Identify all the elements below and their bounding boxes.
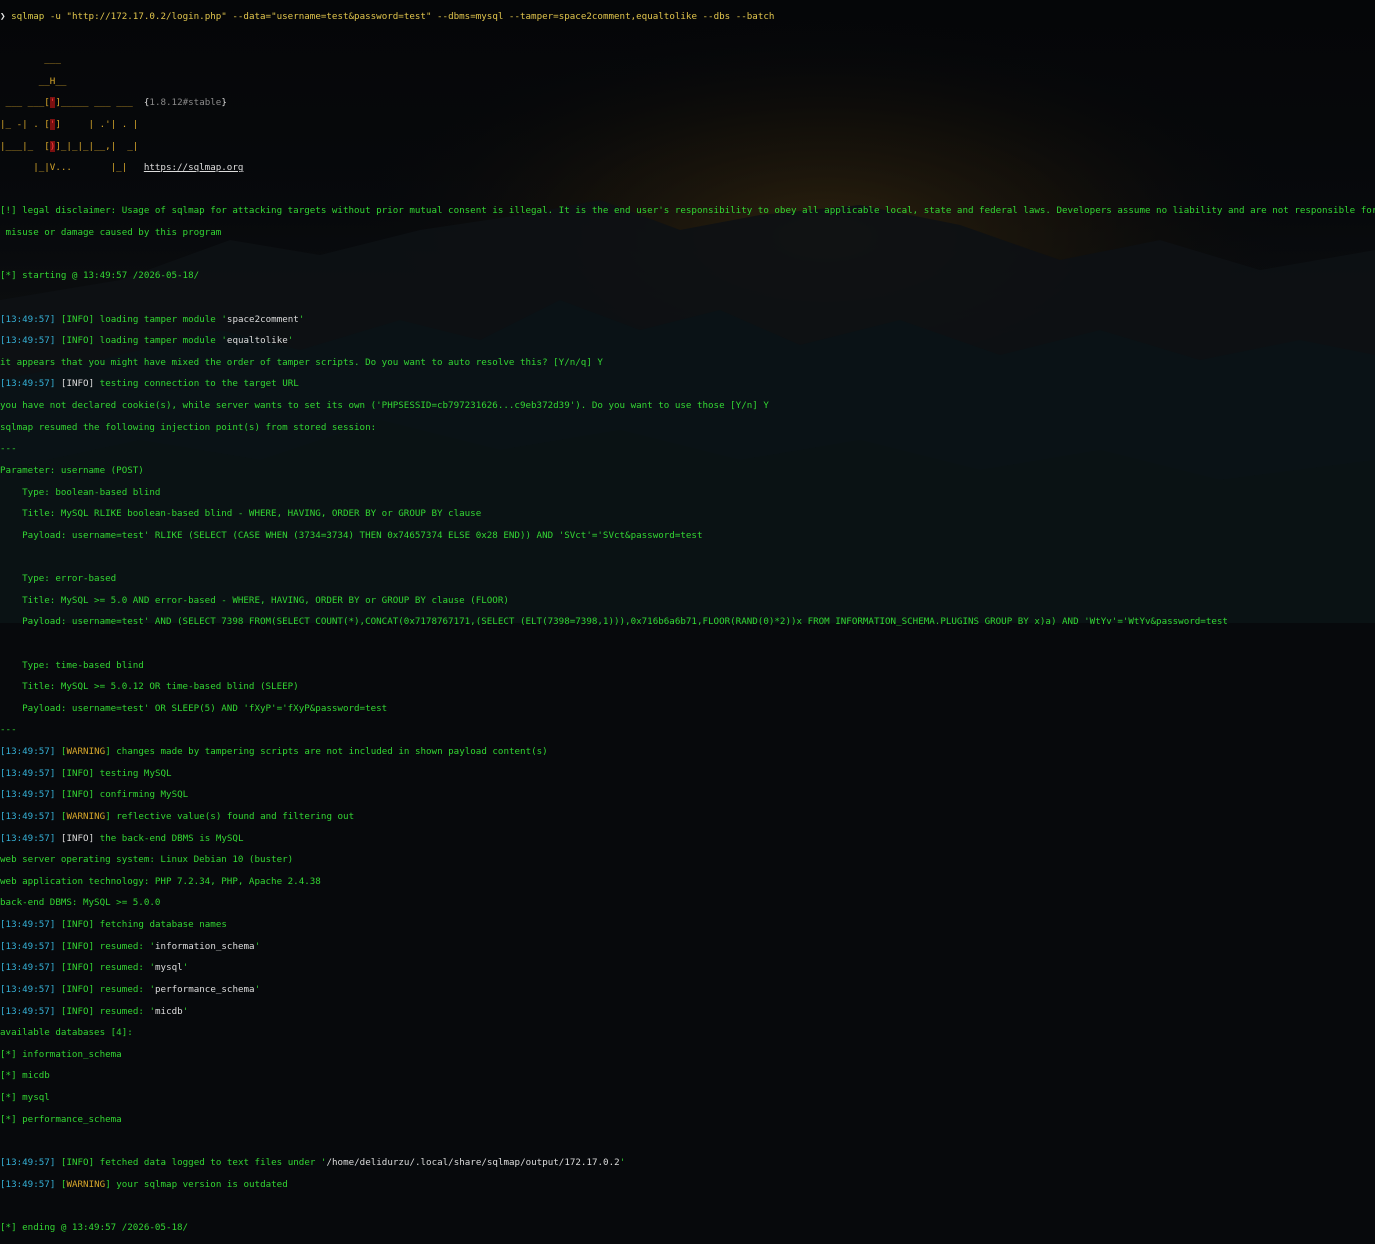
log-line: [13:49:57] [INFO] testing MySQL — [0, 767, 172, 779]
injection-title: Title: MySQL >= 5.0 AND error-based - WH… — [0, 594, 509, 606]
ending-line: [*] ending @ 13:49:57 /2026-05-18/ — [0, 1221, 189, 1233]
database-item: [*] micdb — [0, 1070, 50, 1082]
log-line: [13:49:57] [INFO] testing connection to … — [0, 378, 299, 390]
injection-payload: Payload: username=test' OR SLEEP(5) AND … — [0, 702, 388, 714]
banner-line: |___|_ [)]_|_|_|__,| _| — [0, 140, 139, 152]
command-line: ❯ sqlmap -u "http://172.17.0.2/login.php… — [0, 10, 1375, 23]
prompt-arrow-icon: ❯ — [0, 10, 6, 22]
log-line: [13:49:57] [INFO] resumed: 'performance_… — [0, 983, 261, 995]
injection-title: Title: MySQL RLIKE boolean-based blind -… — [0, 508, 482, 520]
command-args: -u "http://172.17.0.2/login.php" --data=… — [44, 10, 775, 22]
log-line: [13:49:57] [WARNING] changes made by tam… — [0, 746, 548, 758]
log-line: [13:49:57] [WARNING] reflective value(s)… — [0, 810, 355, 822]
injection-type: Type: time-based blind — [0, 659, 144, 671]
injection-payload: Payload: username=test' RLIKE (SELECT (C… — [0, 529, 703, 541]
starting-line: [*] starting @ 13:49:57 /2026-05-18/ — [0, 270, 200, 282]
log-line: [13:49:57] [INFO] resumed: 'mysql' — [0, 962, 189, 974]
separator: --- — [0, 443, 17, 455]
result-line: web server operating system: Linux Debia… — [0, 854, 294, 866]
database-item: [*] information_schema — [0, 1048, 122, 1060]
database-item: [*] performance_schema — [0, 1113, 122, 1125]
parameter-line: Parameter: username (POST) — [0, 464, 144, 476]
log-line: [13:49:57] [INFO] fetching database name… — [0, 919, 227, 931]
database-item: [*] mysql — [0, 1092, 50, 1104]
sqlmap-link[interactable]: https://sqlmap.org — [144, 162, 244, 173]
banner-line: __H__ — [0, 75, 67, 87]
log-line: [13:49:57] [INFO] fetched data logged to… — [0, 1156, 626, 1168]
log-line: [13:49:57] [INFO] the back-end DBMS is M… — [0, 832, 244, 844]
disclaimer: misuse or damage caused by this program — [0, 227, 222, 239]
banner-line: ___ — [0, 54, 61, 66]
separator: --- — [0, 724, 17, 736]
sqlmap-version: 1.8.12#stable — [149, 97, 222, 109]
command-program: sqlmap — [11, 10, 45, 22]
available-databases: available databases [4]: — [0, 1027, 133, 1039]
result-line: back-end DBMS: MySQL >= 5.0.0 — [0, 897, 161, 909]
banner-line: |_|V... |_| https://sqlmap.org — [0, 162, 244, 174]
log-line: [13:49:57] [INFO] resumed: 'micdb' — [0, 1005, 189, 1017]
banner-line: |_ -| . ['] | .'| . | — [0, 118, 139, 130]
disclaimer: [!] legal disclaimer: Usage of sqlmap fo… — [0, 205, 1375, 217]
output-path: /home/delidurzu/.local/share/sqlmap/outp… — [326, 1156, 620, 1168]
injection-type: Type: error-based — [0, 573, 117, 585]
info-line: sqlmap resumed the following injection p… — [0, 421, 377, 433]
prompt-line: you have not declared cookie(s), while s… — [0, 400, 769, 412]
injection-type: Type: boolean-based blind — [0, 486, 161, 498]
injection-title: Title: MySQL >= 5.0.12 OR time-based bli… — [0, 681, 299, 693]
log-line: [13:49:57] [INFO] resumed: 'information_… — [0, 940, 261, 952]
result-line: web application technology: PHP 7.2.34, … — [0, 875, 321, 887]
banner-line: ___ ___[']_____ ___ ___ {1.8.12#stable} — [0, 97, 227, 109]
log-line: [13:49:57] [INFO] loading tamper module … — [0, 313, 305, 325]
log-line: [13:49:57] [INFO] confirming MySQL — [0, 789, 189, 801]
prompt-line: it appears that you might have mixed the… — [0, 356, 603, 368]
log-line: [13:49:57] [WARNING] your sqlmap version… — [0, 1178, 288, 1190]
log-line: [13:49:57] [INFO] loading tamper module … — [0, 335, 294, 347]
